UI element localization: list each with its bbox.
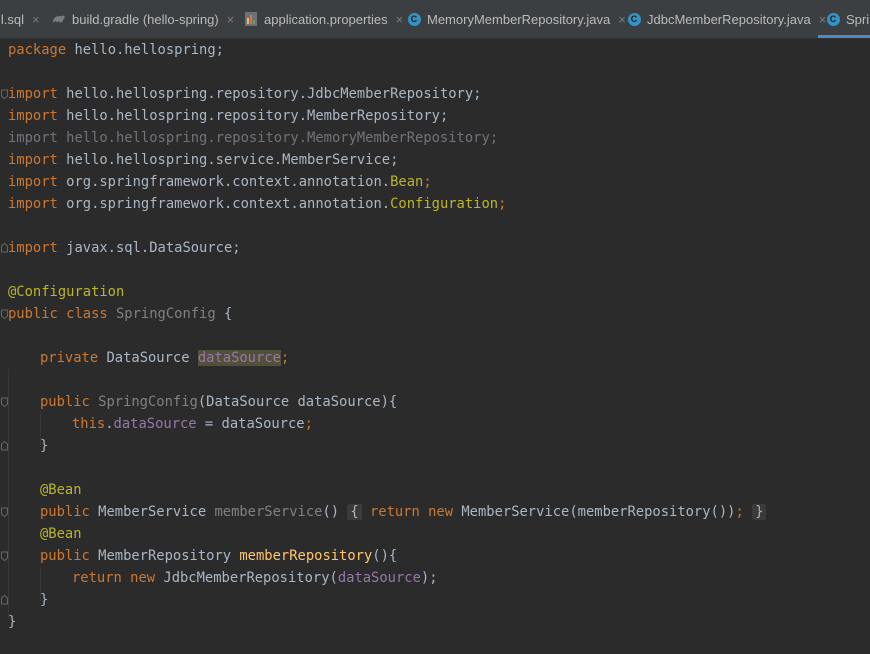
gradle-icon [52, 12, 66, 26]
tab-spring-config[interactable]: C Sprin [818, 0, 870, 38]
java-class-icon: C [627, 12, 641, 26]
code-line-method-member-service: public MemberService memberService() { r… [40, 501, 767, 523]
code-line-field: private DataSource dataSource; [40, 350, 290, 366]
close-icon[interactable]: × [396, 12, 404, 27]
fold-icon[interactable] [1, 551, 8, 561]
code-line-constructor: public SpringConfig(DataSource dataSourc… [40, 394, 398, 410]
code-line-return: return new JdbcMemberRepository(dataSour… [72, 570, 438, 586]
tab-jdbc-member-repository[interactable]: C JdbcMemberRepository.java × [627, 0, 826, 38]
code-line-brace: } [40, 592, 49, 608]
fold-icon[interactable] [1, 507, 8, 517]
code-line-brace: } [8, 614, 17, 630]
close-icon[interactable]: × [227, 12, 235, 27]
code-line-class-declaration: public class SpringConfig { [8, 306, 233, 322]
fold-icon[interactable] [1, 397, 8, 407]
java-class-icon: C [826, 12, 840, 26]
code-line-method-member-repository: public MemberRepository memberRepository… [40, 548, 398, 564]
fold-icon[interactable] [1, 595, 8, 605]
code-line-import: import hello.hellospring.repository.Jdbc… [8, 86, 482, 102]
tab-label: application.properties [264, 11, 388, 27]
tab-label: build.gradle (hello-spring) [72, 11, 219, 27]
tab-sql[interactable]: ll.sql × [0, 0, 40, 38]
tab-build-gradle[interactable]: build.gradle (hello-spring) × [52, 0, 234, 38]
java-class-icon: C [407, 12, 421, 26]
code-line-package: package hello.hellospring; [8, 42, 224, 58]
tab-memory-member-repository[interactable]: C MemoryMemberRepository.java × [407, 0, 626, 38]
code-line-import: import hello.hellospring.repository.Memb… [8, 108, 449, 124]
code-line-import: import org.springframework.context.annot… [8, 196, 507, 212]
code-line-unused-import: import hello.hellospring.repository.Memo… [8, 130, 499, 146]
tab-label: Sprin [846, 11, 870, 27]
tab-label: JdbcMemberRepository.java [647, 11, 811, 27]
close-icon[interactable]: × [618, 12, 626, 27]
close-icon[interactable]: × [32, 12, 40, 27]
editor-tab-bar: ll.sql × build.gradle (hello-spring) × a… [0, 0, 870, 39]
fold-icon[interactable] [1, 89, 8, 99]
code-line-annotation: @Bean [40, 482, 82, 498]
code-line-annotation: @Bean [40, 526, 82, 542]
fold-icon[interactable] [1, 441, 8, 451]
tab-label: ll.sql [0, 11, 25, 27]
tab-application-properties[interactable]: application.properties × [244, 0, 403, 38]
code-editor[interactable]: package hello.hellospring; import hello.… [0, 39, 870, 654]
indent-guide [8, 369, 9, 619]
code-line-import: import org.springframework.context.annot… [8, 174, 432, 190]
fold-icon[interactable] [1, 243, 8, 253]
code-line-assignment: this.dataSource = dataSource; [72, 416, 313, 432]
fold-icon[interactable] [1, 309, 8, 319]
code-line-import: import hello.hellospring.service.MemberS… [8, 152, 399, 168]
tab-label: MemoryMemberRepository.java [427, 11, 611, 27]
code-line-annotation: @Configuration [8, 284, 125, 300]
properties-file-icon [244, 12, 258, 26]
code-line-brace: } [40, 438, 49, 454]
code-line-import: import javax.sql.DataSource; [8, 240, 241, 256]
